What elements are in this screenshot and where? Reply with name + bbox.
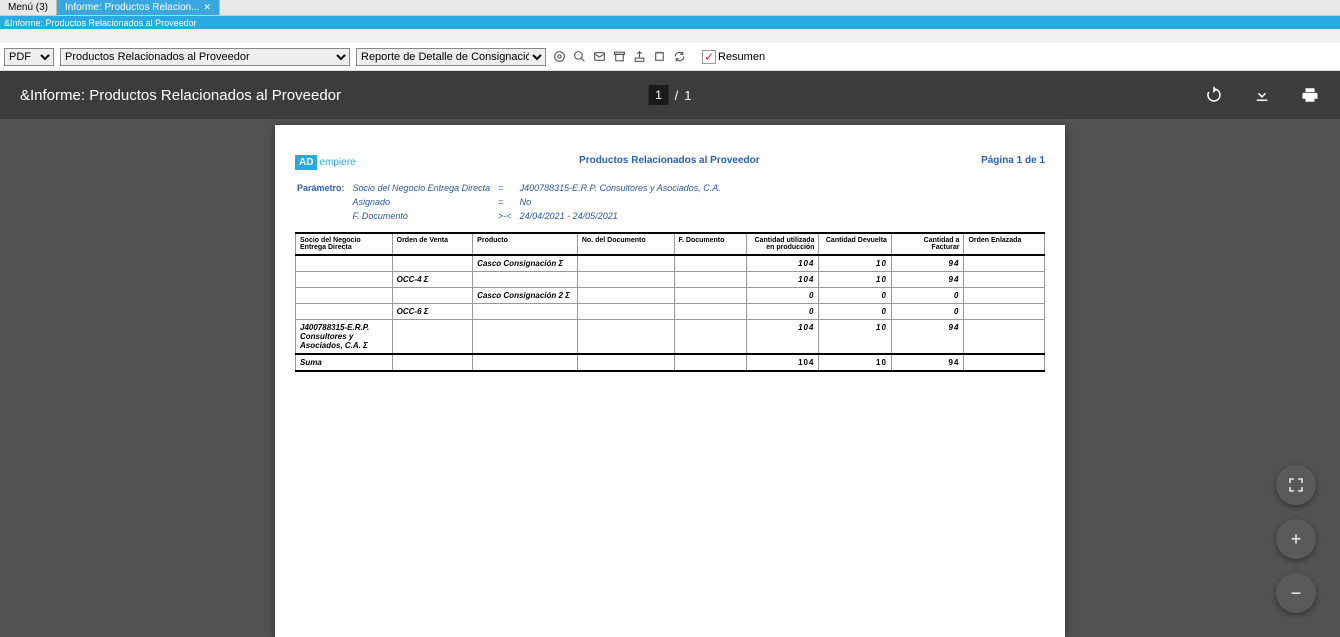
settings-icon[interactable] <box>652 50 666 64</box>
report-header: AD empiere Productos Relacionados al Pro… <box>295 155 1045 170</box>
breadcrumb-text: &Informe: Productos Relacionados al Prov… <box>4 18 197 28</box>
logo-ad: AD <box>295 155 317 170</box>
pdf-title: &Informe: Productos Relacionados al Prov… <box>20 87 341 104</box>
param-value: No <box>520 196 727 208</box>
table-row: OCC-4 Σ 104 10 94 <box>296 272 1045 288</box>
export-icon[interactable] <box>632 50 646 64</box>
logo-text: empiere <box>317 155 357 170</box>
page-total: 1 <box>684 88 691 103</box>
close-icon[interactable]: ✕ <box>204 2 212 13</box>
col-header: Orden de Venta <box>392 233 473 255</box>
summary-checkbox[interactable]: ✓ Resumen <box>702 50 765 64</box>
checkbox-icon: ✓ <box>702 50 716 64</box>
zoom-in-button[interactable]: + <box>1276 519 1316 559</box>
param-op: = <box>498 182 518 194</box>
col-header: Cantidad utilizada en producción <box>746 233 818 255</box>
param-label: Parámetro: <box>297 182 351 194</box>
tab-bar: Menú (3) Informe: Productos Relacion... … <box>0 0 1340 16</box>
tab-report[interactable]: Informe: Productos Relacion... ✕ <box>57 0 220 15</box>
target-icon[interactable] <box>552 50 566 64</box>
pdf-page: AD empiere Productos Relacionados al Pro… <box>275 125 1065 637</box>
tab-menu-label: Menú (3) <box>8 2 48 13</box>
mail-icon[interactable] <box>592 50 606 64</box>
table-row: OCC-6 Σ 0 0 0 <box>296 304 1045 320</box>
table-row: Casco Consignación 2 Σ 0 0 0 <box>296 288 1045 304</box>
download-icon[interactable] <box>1252 85 1272 105</box>
summary-label: Resumen <box>718 51 765 63</box>
col-header: No. del Documento <box>577 233 674 255</box>
tab-report-label: Informe: Productos Relacion... <box>65 2 200 13</box>
rotate-icon[interactable] <box>1204 85 1224 105</box>
format-select[interactable]: PDF <box>4 48 54 66</box>
param-value: 24/04/2021 - 24/05/2021 <box>520 210 727 222</box>
pdf-canvas[interactable]: AD empiere Productos Relacionados al Pro… <box>0 119 1340 637</box>
col-header: Producto <box>473 233 578 255</box>
param-value: J400788315-E.R.P. Consultores y Asociado… <box>520 182 727 194</box>
col-header: Socio del Negocio Entrega Directa <box>296 233 393 255</box>
toolbar: PDF Productos Relacionados al Proveedor … <box>0 43 1340 71</box>
table-sum-row: Suma 104 10 94 <box>296 354 1045 371</box>
report-select[interactable]: Productos Relacionados al Proveedor <box>60 48 350 66</box>
col-header: Orden Enlazada <box>964 233 1045 255</box>
table-row: J400788315-E.R.P. Consultores y Asociado… <box>296 320 1045 355</box>
report-pageno: Página 1 de 1 <box>981 155 1045 166</box>
param-name: Asignado <box>353 196 497 208</box>
page-sep: / <box>675 88 679 103</box>
report-params: Parámetro: Socio del Negocio Entrega Dir… <box>295 180 1045 224</box>
breadcrumb: &Informe: Productos Relacionados al Prov… <box>0 16 1340 29</box>
report-title: Productos Relacionados al Proveedor <box>358 155 981 166</box>
table-header-row: Socio del Negocio Entrega Directa Orden … <box>296 233 1045 255</box>
pdf-actions <box>1204 85 1320 105</box>
report-table: Socio del Negocio Entrega Directa Orden … <box>295 232 1045 372</box>
page-input[interactable] <box>649 85 669 105</box>
param-op: = <box>498 196 518 208</box>
sum-label: Suma <box>296 354 393 371</box>
zoom-controls: + − <box>1276 465 1316 613</box>
col-header: Cantidad a Facturar <box>891 233 963 255</box>
logo: AD empiere <box>295 155 358 170</box>
search-icon[interactable] <box>572 50 586 64</box>
param-name: Socio del Negocio Entrega Directa <box>353 182 497 194</box>
toolbar-icons <box>552 50 686 64</box>
pdf-viewer-header: &Informe: Productos Relacionados al Prov… <box>0 71 1340 119</box>
fit-button[interactable] <box>1276 465 1316 505</box>
col-header: F. Documento <box>674 233 746 255</box>
detail-select[interactable]: Reporte de Detalle de Consignación <box>356 48 546 66</box>
archive-icon[interactable] <box>612 50 626 64</box>
zoom-out-button[interactable]: − <box>1276 573 1316 613</box>
table-row: Casco Consignación Σ 104 10 94 <box>296 255 1045 272</box>
param-op: >-< <box>498 210 518 222</box>
print-icon[interactable] <box>1300 85 1320 105</box>
tab-menu[interactable]: Menú (3) <box>0 0 57 15</box>
col-header: Cantidad Devuelta <box>819 233 891 255</box>
param-name: F. Documento <box>353 210 497 222</box>
pdf-pager: / 1 <box>649 85 692 105</box>
refresh-icon[interactable] <box>672 50 686 64</box>
